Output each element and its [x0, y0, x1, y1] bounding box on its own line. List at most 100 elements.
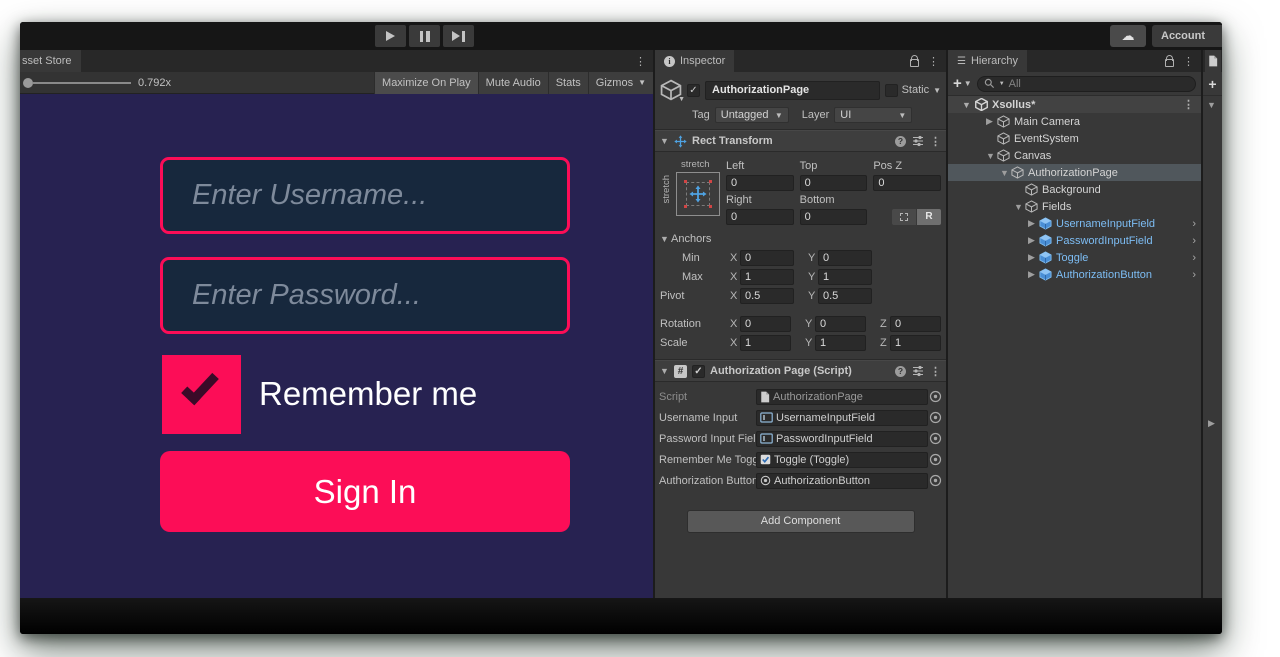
tab-hierarchy[interactable]: ☰ Hierarchy — [948, 50, 1027, 72]
password-input[interactable]: Enter Password... — [160, 257, 570, 334]
scale-y[interactable]: 1 — [815, 335, 866, 351]
component-kebab-icon[interactable]: ⋮ — [930, 135, 941, 148]
game-toolbar-button[interactable]: Maximize On Play — [374, 72, 478, 94]
rotation-z[interactable]: 0 — [890, 316, 941, 332]
object-picker-icon[interactable] — [928, 474, 942, 487]
game-menu-kebab-icon[interactable]: ⋮ — [635, 55, 646, 68]
authorization-page-script-header[interactable]: ▼ # ✓ Authorization Page (Script) ? ⋮ — [655, 360, 946, 382]
play-button[interactable] — [375, 25, 406, 47]
gameobject-name-field[interactable]: AuthorizationPage — [705, 81, 880, 100]
foldout-icon[interactable]: ▼ — [986, 151, 997, 161]
cloud-button[interactable]: ☁ — [1110, 25, 1146, 47]
prefab-open-chevron-icon[interactable]: › — [1192, 235, 1201, 247]
rotation-x[interactable]: 0 — [740, 316, 791, 332]
object-picker-icon[interactable] — [928, 390, 942, 403]
object-reference-field[interactable]: UsernameInputField — [756, 410, 928, 426]
foldout-icon[interactable]: ▼ — [660, 366, 669, 376]
game-toolbar-button[interactable]: Stats — [548, 72, 588, 94]
pivot-x[interactable]: 0.5 — [740, 288, 794, 304]
foldout-icon[interactable]: ▶ — [1028, 218, 1039, 229]
hierarchy-item[interactable]: ▶ UsernameInputField › — [948, 215, 1201, 232]
game-toolbar-button[interactable]: Gizmos ▼ — [588, 72, 653, 94]
active-checkbox[interactable]: ✓ — [687, 84, 700, 97]
game-toolbar-button[interactable]: Mute Audio — [478, 72, 548, 94]
anchor-max-y[interactable]: 1 — [818, 269, 872, 285]
help-icon[interactable]: ? — [895, 366, 906, 377]
hierarchy-search-input[interactable]: ▼ All — [977, 76, 1196, 92]
static-dropdown-icon[interactable]: ▼ — [933, 86, 941, 95]
hierarchy-item[interactable]: ▼ AuthorizationPage — [948, 164, 1201, 181]
prefab-open-chevron-icon[interactable]: › — [1192, 218, 1201, 230]
zoom-slider-track[interactable] — [33, 82, 131, 84]
sign-in-button[interactable]: Sign In — [160, 451, 570, 532]
rect-transform-header[interactable]: ▼ Rect Transform ? ⋮ — [655, 130, 946, 152]
object-reference-field[interactable]: AuthorizationButton — [756, 473, 928, 489]
hierarchy-item[interactable]: ▼ Canvas — [948, 147, 1201, 164]
mini-create-button[interactable]: + — [1203, 72, 1222, 96]
hierarchy-item[interactable]: EventSystem — [948, 130, 1201, 147]
foldout-icon[interactable]: ▶ — [1028, 269, 1039, 280]
component-enabled-checkbox[interactable]: ✓ — [692, 365, 705, 378]
scene-foldout-icon[interactable]: ▼ — [962, 100, 971, 110]
raw-mode-button[interactable]: R — [917, 209, 941, 225]
static-checkbox[interactable] — [885, 84, 898, 97]
right-field[interactable]: 0 — [726, 209, 794, 225]
top-field[interactable]: 0 — [800, 175, 868, 191]
scene-row[interactable]: ▼ Xsollus* ⋮ — [948, 96, 1201, 113]
create-button[interactable]: +▼ — [953, 75, 972, 92]
foldout-icon[interactable]: ▶ — [1028, 235, 1039, 246]
bottom-field[interactable]: 0 — [800, 209, 868, 225]
tag-dropdown[interactable]: Untagged ▼ — [715, 107, 789, 123]
foldout-right-icon[interactable]: ▶ — [1208, 418, 1215, 429]
hierarchy-item[interactable]: Background — [948, 181, 1201, 198]
tab-clipped[interactable] — [1205, 50, 1221, 72]
layer-dropdown[interactable]: UI ▼ — [834, 107, 912, 123]
object-picker-icon[interactable] — [928, 432, 942, 445]
object-reference-field[interactable]: Toggle (Toggle) — [756, 452, 928, 468]
presets-icon[interactable] — [912, 365, 924, 377]
anchor-max-x[interactable]: 1 — [740, 269, 794, 285]
object-reference-field[interactable]: PasswordInputField — [756, 431, 928, 447]
component-kebab-icon[interactable]: ⋮ — [930, 365, 941, 378]
help-icon[interactable]: ? — [895, 136, 906, 147]
foldout-icon[interactable]: ▶ — [986, 116, 997, 127]
scale-x[interactable]: 1 — [740, 335, 791, 351]
foldout-icon[interactable]: ▼ — [660, 136, 669, 146]
posz-field[interactable]: 0 — [873, 175, 941, 191]
prefab-open-chevron-icon[interactable]: › — [1192, 252, 1201, 264]
gameobject-icon[interactable]: ▼ — [660, 79, 682, 101]
scene-kebab-icon[interactable]: ⋮ — [1183, 98, 1201, 111]
hierarchy-item[interactable]: ▶ AuthorizationButton › — [948, 266, 1201, 283]
pause-button[interactable] — [409, 25, 440, 47]
pivot-y[interactable]: 0.5 — [818, 288, 872, 304]
anchor-min-x[interactable]: 0 — [740, 250, 794, 266]
foldout-down-icon[interactable]: ▼ — [1207, 100, 1216, 110]
object-picker-icon[interactable] — [928, 411, 942, 424]
blueprint-mode-button[interactable] — [892, 209, 916, 225]
lock-icon[interactable] — [1165, 59, 1174, 67]
hierarchy-item[interactable]: ▶ Main Camera — [948, 113, 1201, 130]
foldout-icon[interactable]: ▶ — [1028, 252, 1039, 263]
anchor-preset-button[interactable] — [676, 172, 720, 216]
step-button[interactable] — [443, 25, 474, 47]
inspector-kebab-icon[interactable]: ⋮ — [928, 55, 939, 68]
tab-inspector[interactable]: i Inspector — [655, 50, 734, 72]
scale-z[interactable]: 1 — [890, 335, 941, 351]
add-component-button[interactable]: Add Component — [687, 510, 915, 533]
tab-asset-store[interactable]: sset Store — [20, 50, 81, 72]
presets-icon[interactable] — [912, 135, 924, 147]
lock-icon[interactable] — [910, 59, 919, 67]
foldout-icon[interactable]: ▼ — [1000, 168, 1011, 178]
hierarchy-item[interactable]: ▼ Fields — [948, 198, 1201, 215]
anchor-min-y[interactable]: 0 — [818, 250, 872, 266]
username-input[interactable]: Enter Username... — [160, 157, 570, 234]
hierarchy-item[interactable]: ▶ PasswordInputField › — [948, 232, 1201, 249]
rotation-y[interactable]: 0 — [815, 316, 866, 332]
object-picker-icon[interactable] — [928, 453, 942, 466]
hierarchy-kebab-icon[interactable]: ⋮ — [1183, 55, 1194, 68]
left-field[interactable]: 0 — [726, 175, 794, 191]
remember-me-checkbox[interactable] — [162, 355, 241, 434]
prefab-open-chevron-icon[interactable]: › — [1192, 269, 1201, 281]
object-reference-field[interactable]: AuthorizationPage — [756, 389, 928, 405]
zoom-slider-knob[interactable] — [23, 78, 33, 88]
